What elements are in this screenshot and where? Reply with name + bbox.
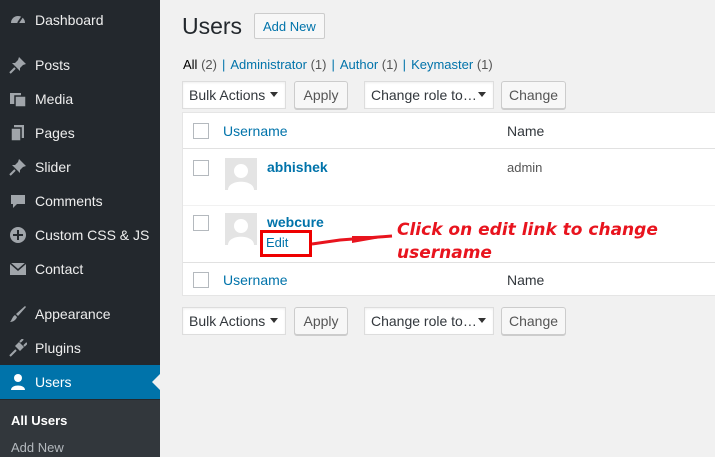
menu-comments[interactable]: Comments [0, 184, 160, 218]
user-icon [7, 373, 29, 391]
menu-custom-css-js-label: Custom CSS & JS [35, 227, 150, 243]
plug-icon [7, 339, 29, 357]
menu-posts-label: Posts [35, 57, 71, 73]
menu-comments-label: Comments [35, 193, 103, 209]
plus-circle-icon [7, 226, 29, 244]
submenu-add-new[interactable]: Add New [11, 440, 64, 455]
menu-users-label: Users [35, 374, 72, 390]
column-name-footer: Name [507, 272, 545, 288]
brush-icon [7, 305, 29, 323]
menu-dashboard[interactable]: Dashboard [0, 3, 160, 37]
username-link[interactable]: abhishek [267, 159, 328, 175]
user-name: admin [507, 160, 543, 175]
row-checkbox[interactable] [193, 215, 209, 231]
apply-button-top[interactable]: Apply [294, 81, 348, 109]
filter-keymaster-count: (1) [476, 57, 493, 72]
menu-media-label: Media [35, 91, 74, 107]
filter-administrator-count: (1) [310, 57, 327, 72]
menu-contact-label: Contact [35, 261, 84, 277]
avatar [225, 158, 257, 190]
menu-slider[interactable]: Slider [0, 150, 160, 184]
column-username[interactable]: Username [223, 123, 288, 139]
change-role-value: Change role to… [371, 87, 477, 103]
add-new-button[interactable]: Add New [254, 13, 325, 39]
username-link[interactable]: webcure [267, 214, 324, 230]
menu-media[interactable]: Media [0, 82, 160, 116]
pin-icon [7, 158, 29, 176]
filter-separator: | [221, 57, 226, 72]
change-role-select-bottom[interactable]: Change role to… [364, 307, 494, 335]
admin-sidebar: Dashboard Posts Media Pages Slider Comme… [0, 0, 160, 457]
page-title: Users [182, 13, 243, 39]
chevron-down-icon [270, 318, 278, 323]
chevron-down-icon [478, 318, 486, 323]
filter-separator: | [331, 57, 335, 72]
mail-icon [7, 260, 29, 278]
role-filters: All (2) | Administrator (1) | Author (1) | Key… [183, 57, 493, 72]
column-username-footer[interactable]: Username [223, 272, 288, 288]
users-submenu: All Users Add New [0, 400, 160, 457]
menu-plugins-label: Plugins [35, 340, 81, 356]
filter-all[interactable]: All (2) [183, 57, 217, 72]
menu-dashboard-label: Dashboard [35, 12, 104, 28]
change-role-select-top[interactable]: Change role to… [364, 81, 494, 109]
filter-author-count: (1) [381, 57, 398, 72]
menu-pages-label: Pages [35, 125, 75, 141]
filter-keymaster[interactable]: Keymaster (1) [411, 57, 493, 72]
bulk-actions-value: Bulk Actions [189, 87, 266, 103]
avatar [225, 213, 257, 245]
pages-icon [7, 124, 29, 142]
bulk-actions-value: Bulk Actions [189, 313, 266, 329]
select-all-checkbox[interactable] [193, 123, 209, 139]
filter-keymaster-label: Keymaster [411, 57, 474, 72]
menu-plugins[interactable]: Plugins [0, 331, 160, 365]
bulk-actions-select-bottom[interactable]: Bulk Actions [182, 307, 286, 335]
chevron-down-icon [478, 92, 486, 97]
filter-author-label: Author [339, 57, 379, 72]
menu-appearance-label: Appearance [35, 306, 111, 322]
filter-all-count: (2) [201, 57, 217, 72]
menu-posts[interactable]: Posts [0, 48, 160, 82]
filter-administrator-label: Administrator [230, 57, 307, 72]
filter-separator: | [402, 57, 407, 72]
active-menu-arrow [152, 374, 160, 390]
pin-icon [7, 56, 29, 74]
annotation-text: Click on edit link to change username [397, 220, 658, 263]
menu-contact[interactable]: Contact [0, 252, 160, 286]
menu-appearance[interactable]: Appearance [0, 297, 160, 331]
menu-slider-label: Slider [35, 159, 71, 175]
change-role-value: Change role to… [371, 313, 477, 329]
row-checkbox[interactable] [193, 160, 209, 176]
chevron-down-icon [270, 92, 278, 97]
change-button-bottom[interactable]: Change [501, 307, 566, 335]
select-all-checkbox-footer[interactable] [193, 272, 209, 288]
apply-button-bottom[interactable]: Apply [294, 307, 348, 335]
filter-administrator[interactable]: Administrator (1) [230, 57, 326, 72]
column-name: Name [507, 123, 545, 139]
edit-highlight-box [260, 230, 312, 257]
bulk-actions-select-top[interactable]: Bulk Actions [182, 81, 286, 109]
menu-pages[interactable]: Pages [0, 116, 160, 150]
filter-author[interactable]: Author (1) [340, 57, 398, 72]
dashboard-icon [7, 11, 29, 29]
filter-all-label: All [183, 57, 198, 72]
menu-users[interactable]: Users [0, 365, 160, 399]
users-table: Username Name abhishek admin webcure Edi… [182, 112, 715, 296]
change-button-top[interactable]: Change [501, 81, 566, 109]
media-icon [7, 90, 29, 108]
menu-custom-css-js[interactable]: Custom CSS & JS [0, 218, 160, 252]
comment-icon [7, 192, 29, 210]
row-divider [183, 205, 715, 206]
submenu-all-users[interactable]: All Users [11, 413, 67, 428]
header-divider [183, 148, 715, 149]
